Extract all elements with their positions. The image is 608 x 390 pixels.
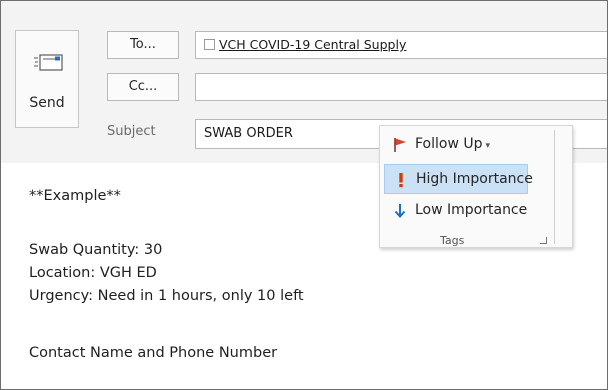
down-arrow-icon [394,204,406,218]
dialog-launcher-icon[interactable] [540,237,547,244]
send-label: Send [29,95,65,111]
recipient-name: VCH COVID-19 Central Supply [219,37,407,52]
to-button[interactable]: To... [107,31,179,59]
send-envelope-icon [34,54,63,71]
body-line-heading: **Example** [29,188,121,204]
cc-button[interactable]: Cc... [107,73,179,101]
follow-up-label: Follow Up ▾ [415,136,491,152]
tags-menu: Follow Up ▾ High Importance Low Importanc… [379,125,573,248]
exclamation-icon [399,173,403,188]
menu-divider [554,130,555,244]
menu-item-high-importance[interactable]: High Importance [384,164,533,194]
subject-label: Subject [107,124,156,139]
chevron-down-icon: ▾ [485,141,491,151]
subject-value: SWAB ORDER [204,126,293,141]
email-compose-window: Send To... VCH COVID-19 Central Supply C… [0,0,608,390]
high-importance-label: High Importance [416,171,533,187]
tags-group-label: Tags [440,234,465,247]
cc-field[interactable] [195,73,607,101]
to-field[interactable]: VCH COVID-19 Central Supply [195,31,607,59]
menu-item-follow-up[interactable]: Follow Up ▾ [384,130,528,160]
body-line-urgency: Urgency: Need in 1 hours, only 10 left [29,288,304,304]
menu-item-low-importance[interactable]: Low Importance [384,196,528,226]
recipient-checkbox-icon [204,39,215,50]
body-line-contact: Contact Name and Phone Number [29,345,278,361]
body-line-location: Location: VGH ED [29,265,157,281]
recipient-chip[interactable]: VCH COVID-19 Central Supply [204,37,406,52]
low-importance-label: Low Importance [415,202,528,218]
body-line-quantity: Swab Quantity: 30 [29,242,163,258]
flag-icon [394,138,406,152]
send-button[interactable]: Send [15,30,79,128]
